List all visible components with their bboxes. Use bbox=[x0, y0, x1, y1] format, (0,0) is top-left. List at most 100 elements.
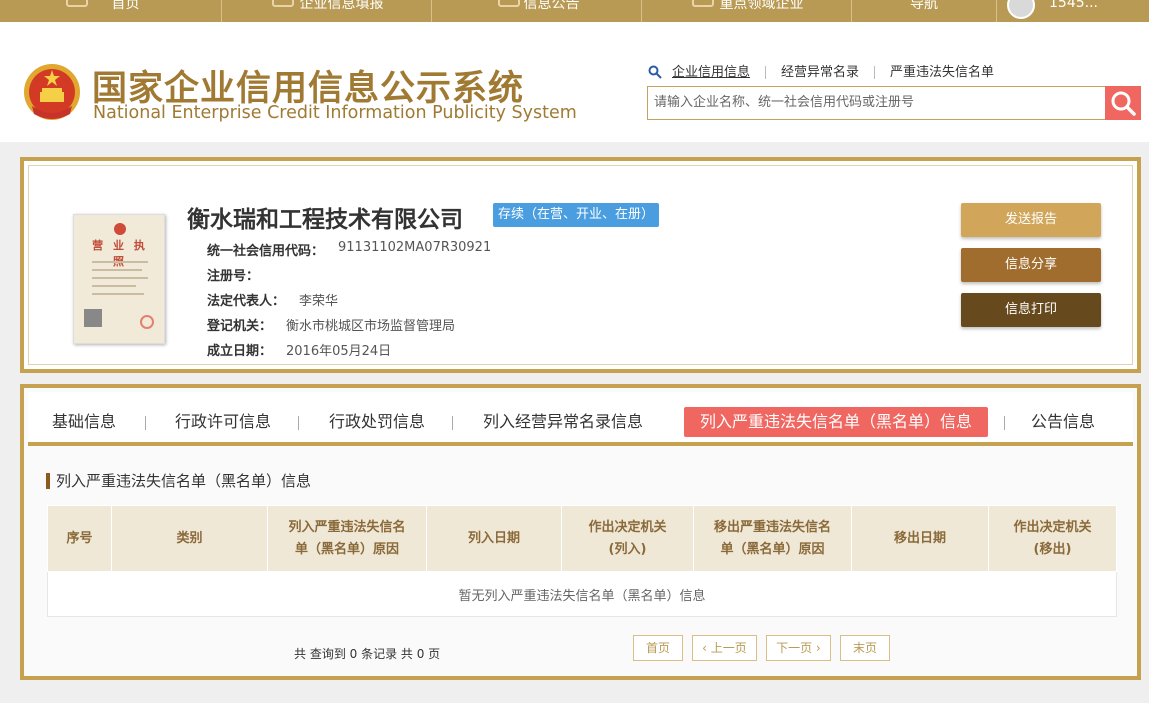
info-reg-authority: 登记机关： 衡水市桃城区市场监督管理局 bbox=[207, 315, 455, 334]
share-info-button[interactable]: 信息分享 bbox=[961, 248, 1101, 282]
tab-bar: 基础信息 行政许可信息 行政处罚信息 列入经营异常名录信息 列入严重违法失信名单… bbox=[28, 392, 1133, 446]
home-icon bbox=[66, 0, 88, 7]
info-reg-number: 注册号： bbox=[207, 265, 273, 284]
info-label: 登记机关： bbox=[207, 319, 273, 334]
col-label: (列入) bbox=[608, 541, 647, 557]
empty-message: 暂无列入严重违法失信名单（黑名单）信息 bbox=[47, 571, 1117, 617]
info-value: 91131102MA07R30921 bbox=[338, 240, 492, 255]
col-removal-authority: 作出决定机关 (移出) bbox=[988, 505, 1117, 572]
company-name: 衡水瑞和工程技术有限公司 bbox=[187, 207, 463, 233]
tab-admin-penalty[interactable]: 行政处罚信息 bbox=[329, 407, 425, 437]
tab-divider bbox=[298, 416, 299, 430]
search-icon bbox=[648, 65, 662, 79]
col-label: 序号 bbox=[66, 530, 93, 546]
col-label: 列入严重违法失信名 bbox=[288, 519, 406, 535]
avatar bbox=[1007, 0, 1035, 19]
first-page-button[interactable]: 首页 bbox=[633, 635, 683, 661]
info-credit-code: 统一社会信用代码： 91131102MA07R30921 bbox=[207, 240, 491, 259]
next-page-label: 下一页 bbox=[776, 641, 813, 655]
nav-item-label: 重点领域企业 bbox=[719, 0, 804, 12]
tab-announcements[interactable]: 公告信息 bbox=[1031, 407, 1095, 437]
info-value: 李荣华 bbox=[299, 294, 339, 309]
tab-basic-info[interactable]: 基础信息 bbox=[52, 407, 116, 437]
info-value: 衡水市桃城区市场监督管理局 bbox=[286, 319, 456, 334]
tab-divider bbox=[1004, 416, 1005, 430]
panel-inner: 营 业 执 照 衡水瑞和工程技术有限公司 存续（在营、开业、在册） 统一社会信用… bbox=[28, 165, 1133, 365]
col-label: 作出决定机关 bbox=[1013, 519, 1092, 535]
table-row: 暂无列入严重违法失信名单（黑名单）信息 bbox=[47, 571, 1117, 617]
send-report-button[interactable]: 发送报告 bbox=[961, 203, 1101, 237]
chevron-right-icon: › bbox=[812, 641, 821, 655]
business-license-image[interactable]: 营 业 执 照 bbox=[73, 214, 165, 344]
search-button[interactable] bbox=[1105, 86, 1141, 120]
search-input[interactable]: 请输入企业名称、统一社会信用代码或注册号 bbox=[647, 86, 1105, 120]
col-removal-date: 移出日期 bbox=[851, 505, 989, 572]
col-label: 类别 bbox=[176, 530, 203, 546]
edit-icon bbox=[272, 0, 294, 7]
site-subtitle: National Enterprise Credit Information P… bbox=[93, 103, 577, 123]
nav-item-home[interactable]: 首页 bbox=[0, 0, 222, 22]
status-badge: 存续（在营、开业、在册） bbox=[493, 203, 660, 227]
seal-icon bbox=[140, 315, 154, 329]
national-emblem-icon bbox=[24, 64, 80, 120]
col-label: 列入日期 bbox=[467, 530, 520, 546]
nav-item-filing[interactable]: 企业信息填报 bbox=[222, 0, 432, 22]
tab-divider bbox=[452, 416, 453, 430]
details-panel: 基础信息 行政许可信息 行政处罚信息 列入经营异常名录信息 列入严重违法失信名单… bbox=[20, 384, 1141, 680]
qr-code-icon bbox=[84, 309, 102, 327]
license-line bbox=[92, 285, 136, 287]
user-menu[interactable]: 1545... bbox=[997, 0, 1149, 22]
pager-info: 共 查询到 0 条记录 共 0 页 bbox=[294, 647, 441, 661]
tab-blacklist[interactable]: 列入严重违法失信名单（黑名单）信息 bbox=[684, 407, 989, 437]
top-nav: 首页 企业信息填报 信息公告 重点领域企业 导航 1545... bbox=[0, 0, 1149, 22]
license-emblem-icon bbox=[114, 223, 126, 235]
license-line bbox=[92, 261, 148, 263]
info-established-date: 成立日期： 2016年05月24日 bbox=[207, 340, 391, 359]
nav-item-key-enterprise[interactable]: 重点领域企业 bbox=[642, 0, 852, 22]
link-credit-info[interactable]: 企业信用信息 bbox=[672, 65, 767, 79]
nav-item-label: 导航 bbox=[910, 0, 938, 12]
info-label: 法定代表人： bbox=[207, 294, 286, 309]
tab-admin-license[interactable]: 行政许可信息 bbox=[175, 407, 271, 437]
search-icon bbox=[1111, 91, 1136, 116]
link-blacklist[interactable]: 严重违法失信名单 bbox=[875, 66, 1009, 79]
company-summary-panel: 营 业 执 照 衡水瑞和工程技术有限公司 存续（在营、开业、在册） 统一社会信用… bbox=[20, 157, 1141, 373]
last-page-button[interactable]: 末页 bbox=[840, 635, 890, 661]
nav-item-guide[interactable]: 导航 bbox=[852, 0, 997, 22]
info-label: 成立日期： bbox=[207, 344, 273, 359]
nav-item-label: 企业信息填报 bbox=[299, 0, 384, 12]
info-value: 2016年05月24日 bbox=[286, 344, 392, 359]
prev-page-button[interactable]: ‹ 上一页 bbox=[692, 635, 757, 661]
tab-abnormal-list[interactable]: 列入经营异常名录信息 bbox=[483, 407, 643, 437]
col-label: 单（黑名单）原因 bbox=[294, 541, 399, 557]
notice-icon bbox=[498, 0, 520, 7]
user-name: 1545... bbox=[1049, 0, 1098, 11]
col-label: 移出日期 bbox=[893, 530, 946, 546]
col-index: 序号 bbox=[47, 505, 112, 572]
quick-links: 企业信用信息 经营异常名录 严重违法失信名单 bbox=[648, 65, 1009, 79]
col-label: 移出严重违法失信名 bbox=[713, 519, 831, 535]
col-label: 作出决定机关 bbox=[588, 519, 667, 535]
info-label: 注册号： bbox=[207, 269, 260, 284]
license-line bbox=[92, 293, 144, 295]
nav-item-notice[interactable]: 信息公告 bbox=[432, 0, 642, 22]
nav-item-label: 信息公告 bbox=[523, 0, 580, 12]
license-title: 营 业 执 照 bbox=[92, 239, 148, 268]
col-category: 类别 bbox=[111, 505, 268, 572]
col-listing-date: 列入日期 bbox=[426, 505, 562, 572]
tab-divider bbox=[145, 416, 146, 430]
section-title: 列入严重违法失信名单（黑名单）信息 bbox=[46, 473, 311, 489]
col-listing-authority: 作出决定机关 (列入) bbox=[561, 505, 694, 572]
print-info-button[interactable]: 信息打印 bbox=[961, 293, 1101, 327]
col-removal-reason: 移出严重违法失信名 单（黑名单）原因 bbox=[693, 505, 852, 572]
col-label: (移出) bbox=[1033, 541, 1072, 557]
next-page-button[interactable]: 下一页 › bbox=[766, 635, 831, 661]
key-icon bbox=[692, 0, 714, 7]
license-line bbox=[92, 269, 142, 271]
info-label: 统一社会信用代码： bbox=[207, 244, 325, 259]
col-listing-reason: 列入严重违法失信名 单（黑名单）原因 bbox=[267, 505, 427, 572]
info-legal-rep: 法定代表人： 李荣华 bbox=[207, 290, 338, 309]
link-abnormal-list[interactable]: 经营异常名录 bbox=[766, 65, 876, 79]
nav-item-label: 首页 bbox=[111, 0, 140, 12]
prev-page-label: 上一页 bbox=[710, 641, 747, 655]
